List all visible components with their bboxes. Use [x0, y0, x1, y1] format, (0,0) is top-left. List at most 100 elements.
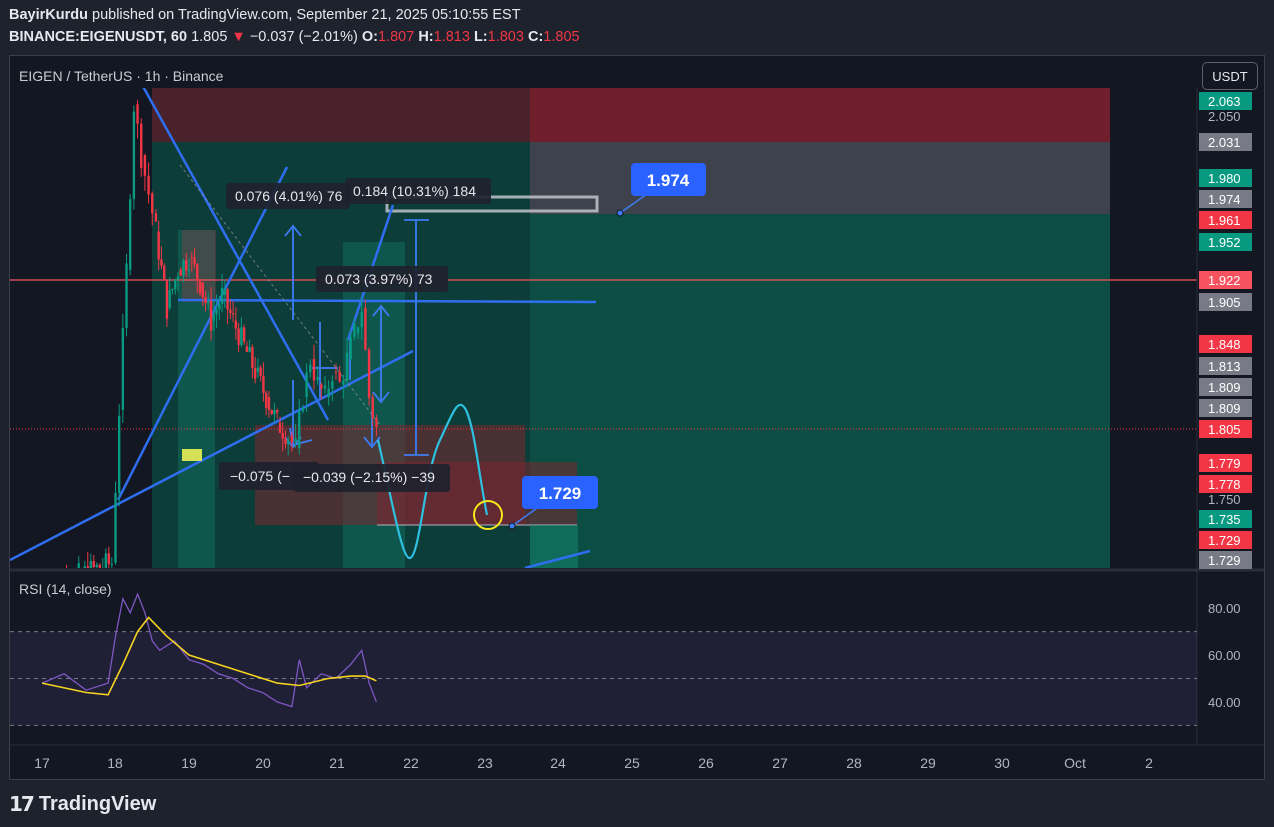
time-axis-label: 23 — [477, 755, 493, 771]
profit-zone-right — [530, 214, 1110, 568]
time-axis-label: 27 — [772, 755, 788, 771]
price-axis-label: 1.905 — [1208, 295, 1241, 310]
candle-body — [327, 388, 330, 398]
candle-body — [98, 564, 101, 568]
candle-body — [342, 380, 345, 385]
candle-body — [240, 327, 243, 345]
candle-body — [242, 327, 246, 342]
rsi-legend[interactable]: RSI (14, close) — [19, 581, 112, 597]
measure-label-5: −0.039 (−2.15%) −39 — [303, 469, 435, 485]
candle-body — [264, 392, 268, 408]
candle-body — [364, 308, 367, 350]
tradingview-logo[interactable]: 17 TradingView — [9, 792, 156, 816]
rsi-axis-label: 40.00 — [1208, 695, 1241, 710]
time-axis[interactable]: 17 18 19 20 21 22 23 24 25 26 27 28 29 30 Oct 2 — [34, 755, 1153, 771]
candle-body — [323, 385, 327, 389]
candle-body — [212, 314, 216, 321]
candle-body — [185, 260, 188, 271]
candle-body — [160, 259, 163, 266]
callout-dot-1729 — [508, 522, 516, 530]
candle-body — [179, 269, 182, 276]
price-axis-label: 1.735 — [1208, 512, 1241, 527]
currency-button[interactable]: USDT — [1202, 62, 1258, 90]
candle-body — [95, 564, 98, 568]
price-axis-label: 2.031 — [1208, 135, 1241, 150]
candle-body — [349, 336, 352, 359]
candle-body — [209, 300, 213, 331]
callout-1974[interactable]: 1.974 — [631, 163, 706, 196]
measure-label-3: 0.073 (3.97%) 73 — [325, 271, 433, 287]
price-axis-label: 1.961 — [1208, 213, 1241, 228]
time-axis-label: 18 — [107, 755, 123, 771]
candle-body — [290, 435, 294, 442]
rsi-axis-label: 80.00 — [1208, 601, 1241, 616]
price-axis-label: 1.848 — [1208, 337, 1241, 352]
price-axis-label: 1.750 — [1208, 492, 1241, 507]
candle-body — [345, 352, 349, 381]
candle-body — [147, 175, 150, 195]
candle-body — [89, 561, 92, 568]
candle-body — [229, 309, 232, 313]
price-axis-label: 1.809 — [1208, 401, 1241, 416]
candle-body — [81, 573, 83, 575]
candle-body — [125, 263, 128, 328]
price-axis-label: 1.805 — [1208, 422, 1241, 437]
candle-body — [298, 411, 301, 449]
candle-body — [162, 265, 166, 281]
candle-body — [182, 260, 185, 276]
candle-body — [231, 312, 235, 315]
price-axis-label: 1.729 — [1208, 553, 1241, 568]
candle-body — [215, 309, 218, 315]
grey-zone — [530, 142, 1110, 214]
time-axis-label: 20 — [255, 755, 271, 771]
candle-body — [251, 347, 254, 369]
candle-body — [267, 397, 271, 410]
candle-body — [281, 432, 284, 439]
candle-body — [375, 417, 378, 428]
time-axis-label: 22 — [403, 755, 419, 771]
time-axis-label: 19 — [181, 755, 197, 771]
price-chart[interactable]: 0.076 (4.01%) 76 0.184 (10.31%) 184 0.07… — [0, 0, 1274, 827]
candle-body — [121, 327, 125, 410]
time-axis-label: 17 — [34, 755, 50, 771]
price-axis-label: 1.922 — [1208, 273, 1241, 288]
time-axis-label: 21 — [329, 755, 345, 771]
tradingview-logo-icon: 17 — [9, 792, 35, 816]
measure-label-2: 0.184 (10.31%) 184 — [353, 183, 476, 199]
candle-body — [132, 111, 136, 200]
candle-body — [165, 280, 169, 319]
tradingview-logo-text: TradingView — [38, 792, 157, 815]
candle-body — [262, 376, 265, 393]
rsi-axis-label: 60.00 — [1208, 648, 1241, 663]
candle-body — [253, 368, 257, 379]
time-axis-label: 28 — [846, 755, 862, 771]
time-axis-label: 30 — [994, 755, 1010, 771]
time-axis-label: 2 — [1145, 755, 1153, 771]
callout-1729[interactable]: 1.729 — [522, 476, 598, 509]
price-axis-label: 1.974 — [1208, 192, 1241, 207]
candle-body — [196, 264, 199, 280]
candle-body — [278, 422, 282, 433]
candle-body — [104, 553, 108, 568]
price-axis-label: 2.050 — [1208, 109, 1241, 124]
stop-zone-long — [530, 88, 1110, 142]
price-axis[interactable]: 2.0632.050 2.031 1.980 1.974 1.961 1.952 1.922… — [1199, 92, 1252, 569]
drawings-layer — [10, 88, 1197, 568]
time-axis-label: 25 — [624, 755, 640, 771]
candle-body — [226, 289, 229, 310]
candle-body — [276, 410, 279, 413]
price-axis-label: 1.778 — [1208, 477, 1241, 492]
measure-label-1: 0.076 (4.01%) 76 — [235, 188, 343, 204]
candle-body — [204, 297, 207, 304]
candle-body — [284, 438, 287, 445]
symbol-legend[interactable]: EIGEN / TetherUS · 1h · Binance — [19, 68, 223, 84]
rsi-pane — [10, 592, 1197, 726]
candle-body — [201, 282, 204, 298]
callout-dot-1974 — [616, 209, 624, 217]
candle-body — [168, 290, 171, 309]
candle-body — [301, 407, 305, 412]
candle-body — [320, 384, 323, 389]
candle-body — [220, 287, 224, 304]
candle-body — [157, 231, 160, 260]
candle-body — [190, 257, 193, 259]
